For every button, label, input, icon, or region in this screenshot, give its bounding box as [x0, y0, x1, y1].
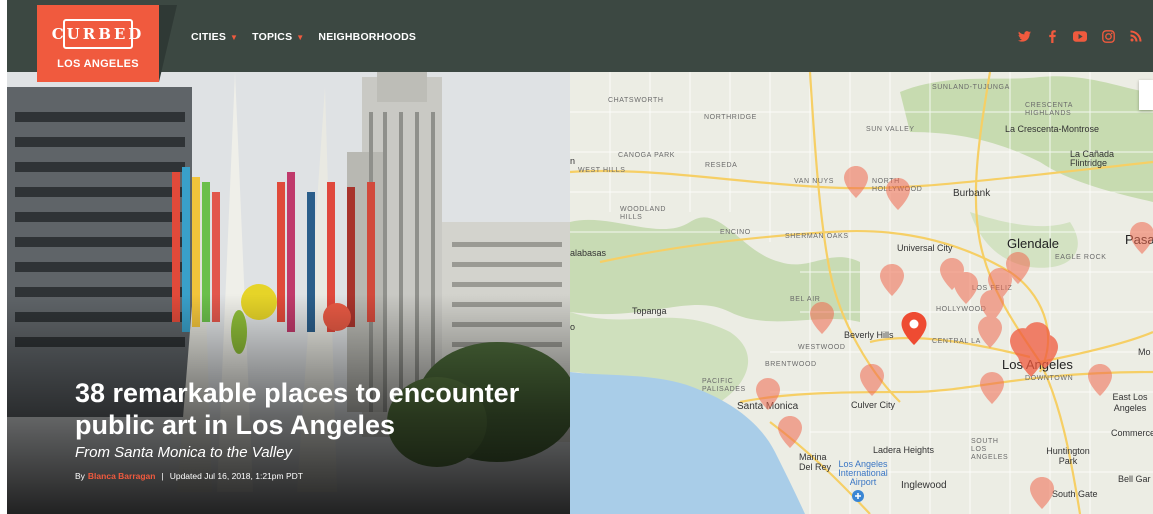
map-pin[interactable] — [810, 302, 834, 334]
byline-separator: | — [161, 471, 164, 481]
map-pin[interactable] — [860, 364, 884, 396]
caret-down-icon: ▼ — [296, 32, 305, 42]
map-pin-selected[interactable] — [901, 312, 927, 345]
nav-item-neighborhoods[interactable]: NEIGHBORHOODS — [318, 31, 416, 43]
map-pin[interactable] — [1088, 364, 1112, 396]
map-pin[interactable] — [886, 178, 910, 210]
map-pin[interactable] — [1130, 222, 1153, 254]
map-pins-layer — [756, 166, 1153, 509]
hero-image[interactable]: 38 remarkable places to encounter public… — [7, 72, 570, 514]
article-headline[interactable]: 38 remarkable places to encounter public… — [75, 377, 545, 441]
rss-icon[interactable] — [1129, 29, 1143, 43]
author-link[interactable]: Blanca Barragan — [88, 471, 156, 481]
caret-down-icon: ▼ — [230, 32, 239, 42]
map-view[interactable]: SUNLAND-TUJUNGA CRESCENTA HIGHLANDS La C… — [570, 72, 1153, 514]
site-header: CURBED LOS ANGELES CITIES ▼ TOPICS ▼ NEI… — [7, 0, 1153, 82]
nav-item-label: CITIES — [191, 31, 227, 43]
map-pin[interactable] — [978, 316, 1002, 348]
nav-item-label: NEIGHBORHOODS — [318, 31, 417, 43]
site-logo[interactable]: CURBED LOS ANGELES — [37, 5, 177, 82]
map-pin[interactable] — [954, 272, 978, 304]
nav-item-topics[interactable]: TOPICS ▼ — [252, 31, 304, 43]
youtube-icon[interactable] — [1073, 29, 1087, 43]
map-pin[interactable] — [844, 166, 868, 198]
map-pin[interactable] — [1018, 342, 1044, 377]
social-links — [1017, 29, 1143, 43]
map-pin[interactable] — [880, 264, 904, 296]
map-pin[interactable] — [778, 416, 802, 448]
nav-item-cities[interactable]: CITIES ▼ — [191, 31, 238, 43]
logo-wordmark: CURBED — [52, 19, 141, 49]
main-nav: CITIES ▼ TOPICS ▼ NEIGHBORHOODS — [191, 31, 416, 43]
facebook-icon[interactable] — [1045, 29, 1059, 43]
map-pin[interactable] — [980, 372, 1004, 404]
article-dek: From Santa Monica to the Valley — [75, 444, 293, 461]
instagram-icon[interactable] — [1101, 29, 1115, 43]
logo-fold — [159, 5, 177, 82]
nav-item-label: TOPICS — [252, 31, 293, 43]
logo-city-name: LOS ANGELES — [57, 58, 139, 70]
map-control[interactable] — [1139, 80, 1153, 110]
twitter-icon[interactable] — [1017, 29, 1031, 43]
map-pin[interactable] — [756, 378, 780, 410]
updated-timestamp: Updated Jul 16, 2018, 1:21pm PDT — [169, 471, 303, 481]
article-byline: By Blanca Barragan | Updated Jul 16, 201… — [75, 471, 303, 481]
byline-prefix: By — [75, 471, 85, 481]
map-pin[interactable] — [1030, 477, 1054, 509]
